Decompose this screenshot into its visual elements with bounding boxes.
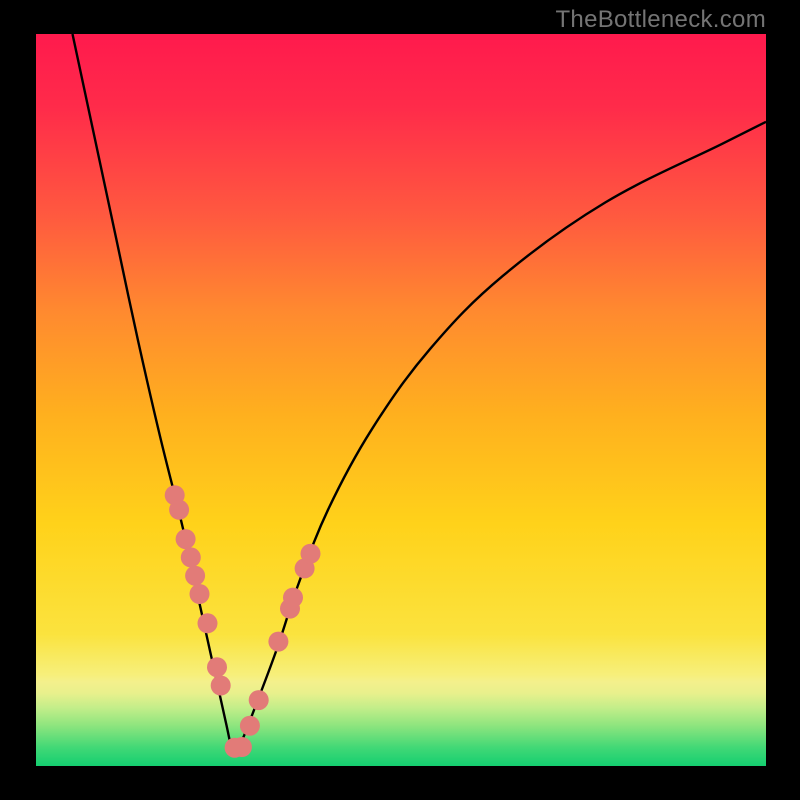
- sample-dot: [198, 613, 218, 633]
- sample-dot: [211, 676, 231, 696]
- sample-dot: [169, 500, 189, 520]
- sample-dots-group: [165, 485, 321, 758]
- chart-frame: TheBottleneck.com: [0, 0, 800, 800]
- sample-dot: [268, 632, 288, 652]
- sample-dot: [176, 529, 196, 549]
- sample-dot: [240, 716, 260, 736]
- watermark-text: TheBottleneck.com: [555, 6, 766, 34]
- sample-dot: [181, 547, 201, 567]
- sample-dot: [301, 544, 321, 564]
- bottleneck-curve: [73, 34, 767, 753]
- sample-dot: [185, 566, 205, 586]
- sample-dot: [190, 584, 210, 604]
- sample-dot: [232, 737, 252, 757]
- sample-dot: [207, 657, 227, 677]
- plot-area: [36, 34, 766, 766]
- curve-svg: [36, 34, 766, 766]
- sample-dot: [283, 588, 303, 608]
- sample-dot: [249, 690, 269, 710]
